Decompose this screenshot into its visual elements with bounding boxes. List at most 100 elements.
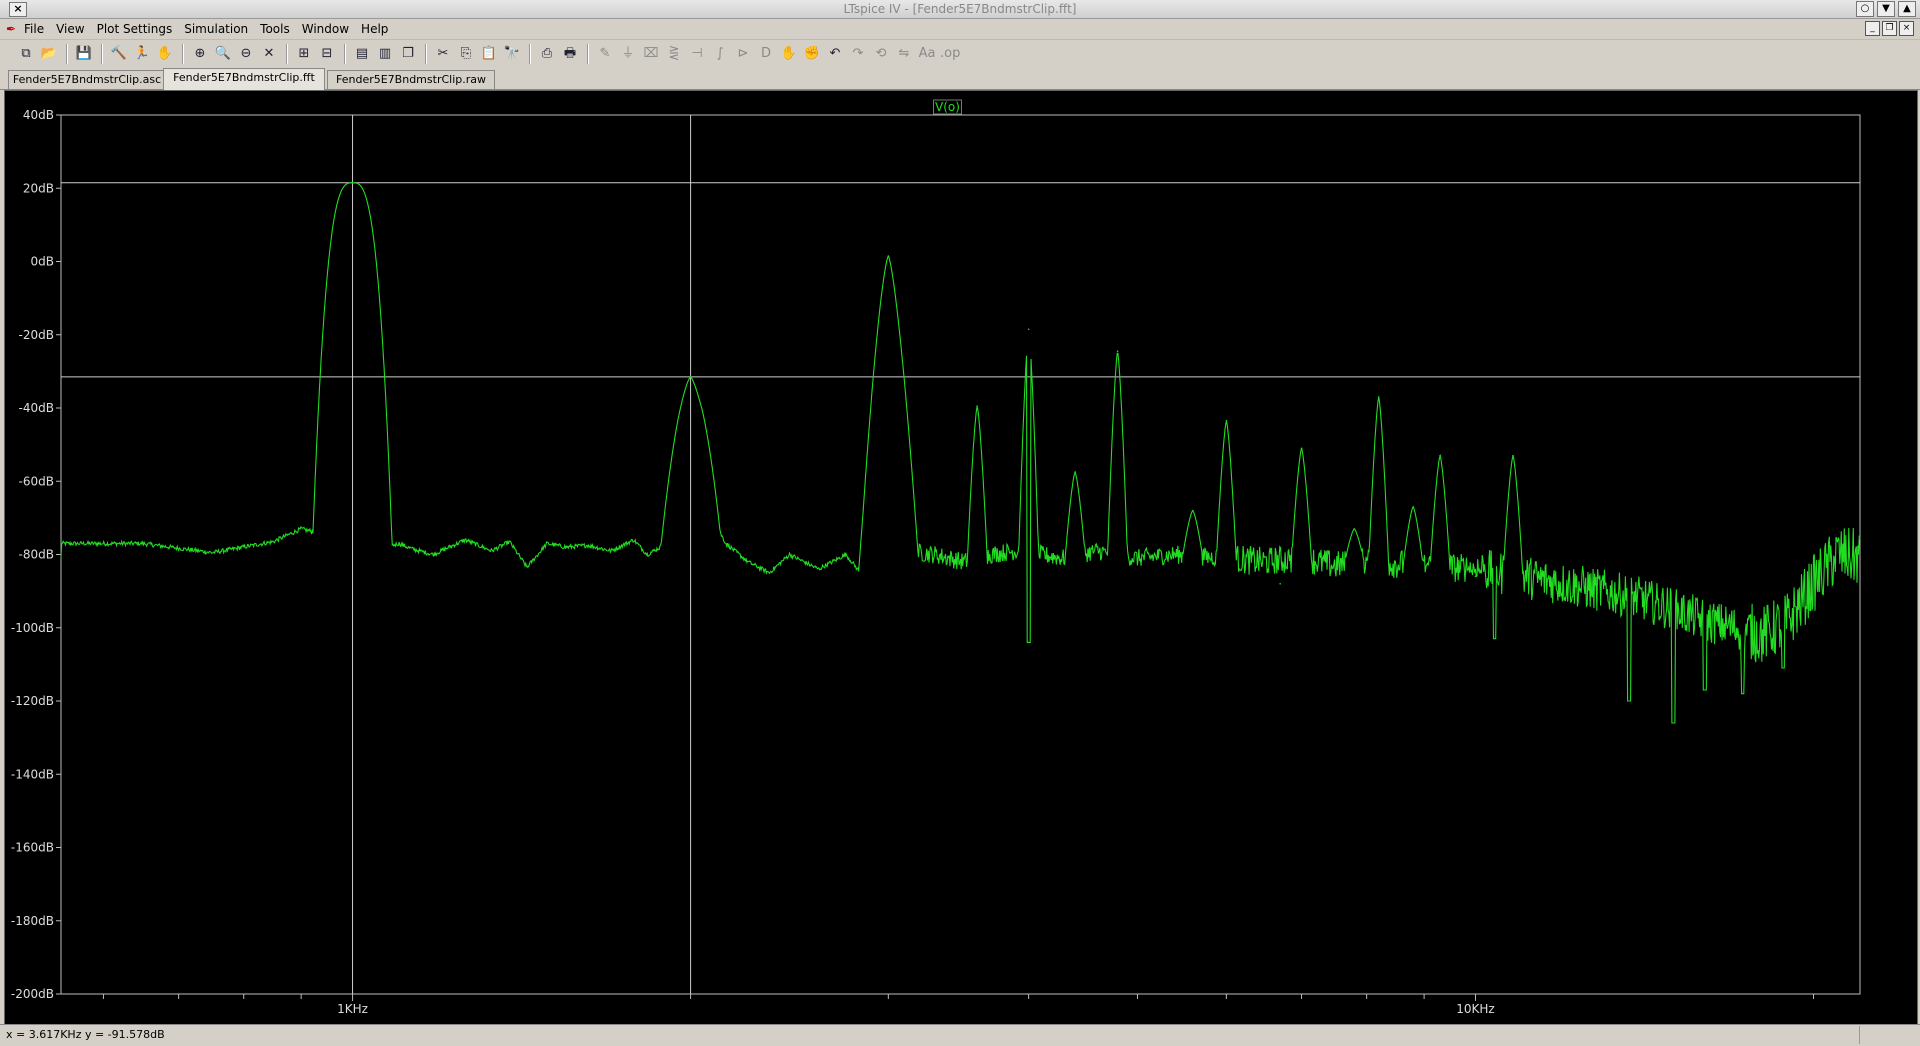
tab-fft[interactable]: Fender5E7BndmstrClip.fft	[163, 68, 325, 90]
print-preview-icon[interactable]: ⎙	[537, 44, 557, 64]
harmonic-peak-point	[1279, 583, 1281, 585]
harmonic-peak-point	[1300, 447, 1303, 450]
menu-items: File View Plot Settings Simulation Tools Wind…	[24, 22, 388, 36]
toolbar-separator	[529, 44, 531, 64]
y-tick-label: -60dB	[19, 474, 54, 488]
tab-raw[interactable]: Fender5E7BndmstrClip.raw	[327, 70, 495, 89]
doc-minimize-icon[interactable]: _	[1865, 21, 1880, 36]
x-tick-label: 1KHz	[337, 1002, 368, 1016]
zoom-fit-icon[interactable]: ✕	[259, 44, 279, 64]
doc-restore-icon[interactable]: ❐	[1882, 21, 1897, 36]
zoom-out-icon[interactable]: ⊖	[236, 44, 256, 64]
harmonic-peak-point	[1439, 454, 1441, 457]
pin-icon[interactable]: ○	[1856, 1, 1874, 17]
tile-horizontal-icon[interactable]: ▤	[352, 44, 372, 64]
harmonic-peak-point	[887, 255, 890, 257]
zoom-in-icon[interactable]: ⊕	[190, 44, 210, 64]
menu-window[interactable]: Window	[302, 22, 349, 36]
harmonic-peak-point	[1027, 328, 1030, 331]
harmonic-peak-point	[1116, 350, 1119, 353]
cursor-readout: x = 3.617KHz y = -91.578dB	[6, 1028, 165, 1041]
capacitor-icon[interactable]: ⊣	[687, 44, 707, 64]
diode-icon[interactable]: ⊳	[733, 44, 753, 64]
toolbar-separator	[587, 44, 589, 64]
print-icon[interactable]: 🖶	[560, 44, 580, 64]
run-icon[interactable]: 🏃	[132, 44, 152, 64]
toolbar-separator	[66, 44, 68, 64]
harmonic-peak-point	[1377, 396, 1380, 398]
component-icon[interactable]: D	[756, 44, 776, 64]
harmonic-peak-point	[1191, 509, 1194, 512]
open-icon[interactable]: 📂	[39, 44, 59, 64]
minimize-icon[interactable]: ▼	[1877, 1, 1895, 17]
fft-plot[interactable]: 40dB 20dB 0dB -20dB -40dB -60dB -80dB -100dB -12…	[5, 91, 1917, 1024]
move-icon[interactable]: ✋	[779, 44, 799, 64]
y-tick-label: -80dB	[19, 548, 54, 562]
harmonic-peak-point	[1474, 575, 1477, 578]
cascade-icon[interactable]: ❐	[398, 44, 418, 64]
tab-asc[interactable]: Fender5E7BndmstrClip.asc	[8, 70, 166, 89]
plot-frame	[60, 114, 1861, 995]
drag-icon[interactable]: ✊	[802, 44, 822, 64]
status-cell	[1859, 1026, 1920, 1044]
inductor-icon[interactable]: ∫	[710, 44, 730, 64]
draw-wire-icon[interactable]: ✎	[595, 44, 615, 64]
status-bar: x = 3.617KHz y = -91.578dB	[0, 1024, 1920, 1046]
paste-icon[interactable]: 📋	[479, 44, 499, 64]
y-tick-label: -100dB	[11, 621, 54, 635]
y-tick-label: -180dB	[11, 914, 54, 928]
new-schematic-icon[interactable]: ⧉	[16, 44, 36, 64]
document-tabs: Fender5E7BndmstrClip.asc Fender5E7Bndmstr…	[0, 68, 1920, 90]
find-icon[interactable]: 🔭	[502, 44, 522, 64]
redo-icon[interactable]: ↷	[848, 44, 868, 64]
cut-icon[interactable]: ✂	[433, 44, 453, 64]
document-window-controls: _ ❐ ×	[1865, 21, 1914, 36]
trace-label[interactable]: V(o)	[935, 100, 960, 114]
maximize-icon[interactable]: ▲	[1898, 1, 1916, 17]
window-controls: ○ ▼ ▲	[1856, 1, 1916, 17]
y-tick-label: -20dB	[19, 328, 54, 342]
menu-help[interactable]: Help	[361, 22, 388, 36]
text-icon[interactable]: Aa	[917, 44, 937, 64]
ltspice-app-icon[interactable]: ✒	[6, 22, 16, 36]
copy-icon[interactable]: ⎘	[456, 44, 476, 64]
ground-icon[interactable]: ⏚	[618, 44, 638, 64]
menu-tools[interactable]: Tools	[260, 22, 290, 36]
harmonic-peak-point	[976, 405, 979, 407]
waveform-plot-pane[interactable]: 40dB 20dB 0dB -20dB -40dB -60dB -80dB -100dB -12…	[4, 90, 1918, 1025]
control-panel-icon[interactable]: 🔨	[109, 44, 129, 64]
menu-file[interactable]: File	[24, 22, 44, 36]
zoom-area-icon[interactable]: 🔍	[213, 44, 233, 64]
harmonic-peak-point	[1412, 506, 1414, 508]
y-tick-label: -200dB	[11, 987, 54, 1001]
harmonic-peak-point	[1512, 454, 1514, 457]
autorange-icon[interactable]: ⊞	[294, 44, 314, 64]
spice-directive-icon[interactable]: .op	[940, 44, 960, 64]
toolbar: ⧉ 📂 💾 🔨 🏃 ✋ ⊕ 🔍 ⊖ ✕ ⊞ ⊟ ▤ ▥ ❐ ✂ ⎘ 📋 🔭 ⎙ 🖶 ✎ ⏚ ⌧ ⋛ ⊣ ∫ ⊳ D ✋ ✊ ↶ ↷ ⟲ ⇋ Aa .op	[0, 40, 1920, 69]
save-icon[interactable]: 💾	[74, 44, 94, 64]
pan-icon[interactable]: ✋	[155, 44, 175, 64]
mirror-icon[interactable]: ⇋	[894, 44, 914, 64]
window-title: LTspice IV - [Fender5E7BndmstrClip.fft]	[843, 2, 1077, 16]
y-tick-label: 0dB	[31, 255, 54, 269]
menu-view[interactable]: View	[56, 22, 84, 36]
toolbar-separator	[344, 44, 346, 64]
toolbar-separator	[425, 44, 427, 64]
y-tick-label: -40dB	[19, 401, 54, 415]
menu-plot-settings[interactable]: Plot Settings	[97, 22, 173, 36]
y-tick-label: -160dB	[11, 841, 54, 855]
tile-vertical-icon[interactable]: ▥	[375, 44, 395, 64]
title-bar: × LTspice IV - [Fender5E7BndmstrClip.fft…	[0, 0, 1920, 19]
label-net-icon[interactable]: ⌧	[641, 44, 661, 64]
undo-icon[interactable]: ↶	[825, 44, 845, 64]
autorange-y-icon[interactable]: ⊟	[317, 44, 337, 64]
doc-close-icon[interactable]: ×	[1899, 21, 1914, 36]
x-tick-label: 10KHz	[1456, 1002, 1494, 1016]
trace-v-o	[60, 182, 1861, 724]
resistor-icon[interactable]: ⋛	[664, 44, 684, 64]
menu-bar: ✒ File View Plot Settings Simulation Tools Wi…	[0, 19, 1920, 40]
menu-simulation[interactable]: Simulation	[184, 22, 248, 36]
rotate-icon[interactable]: ⟲	[871, 44, 891, 64]
harmonic-peak-point	[351, 181, 354, 184]
y-tick-label: -120dB	[11, 694, 54, 708]
